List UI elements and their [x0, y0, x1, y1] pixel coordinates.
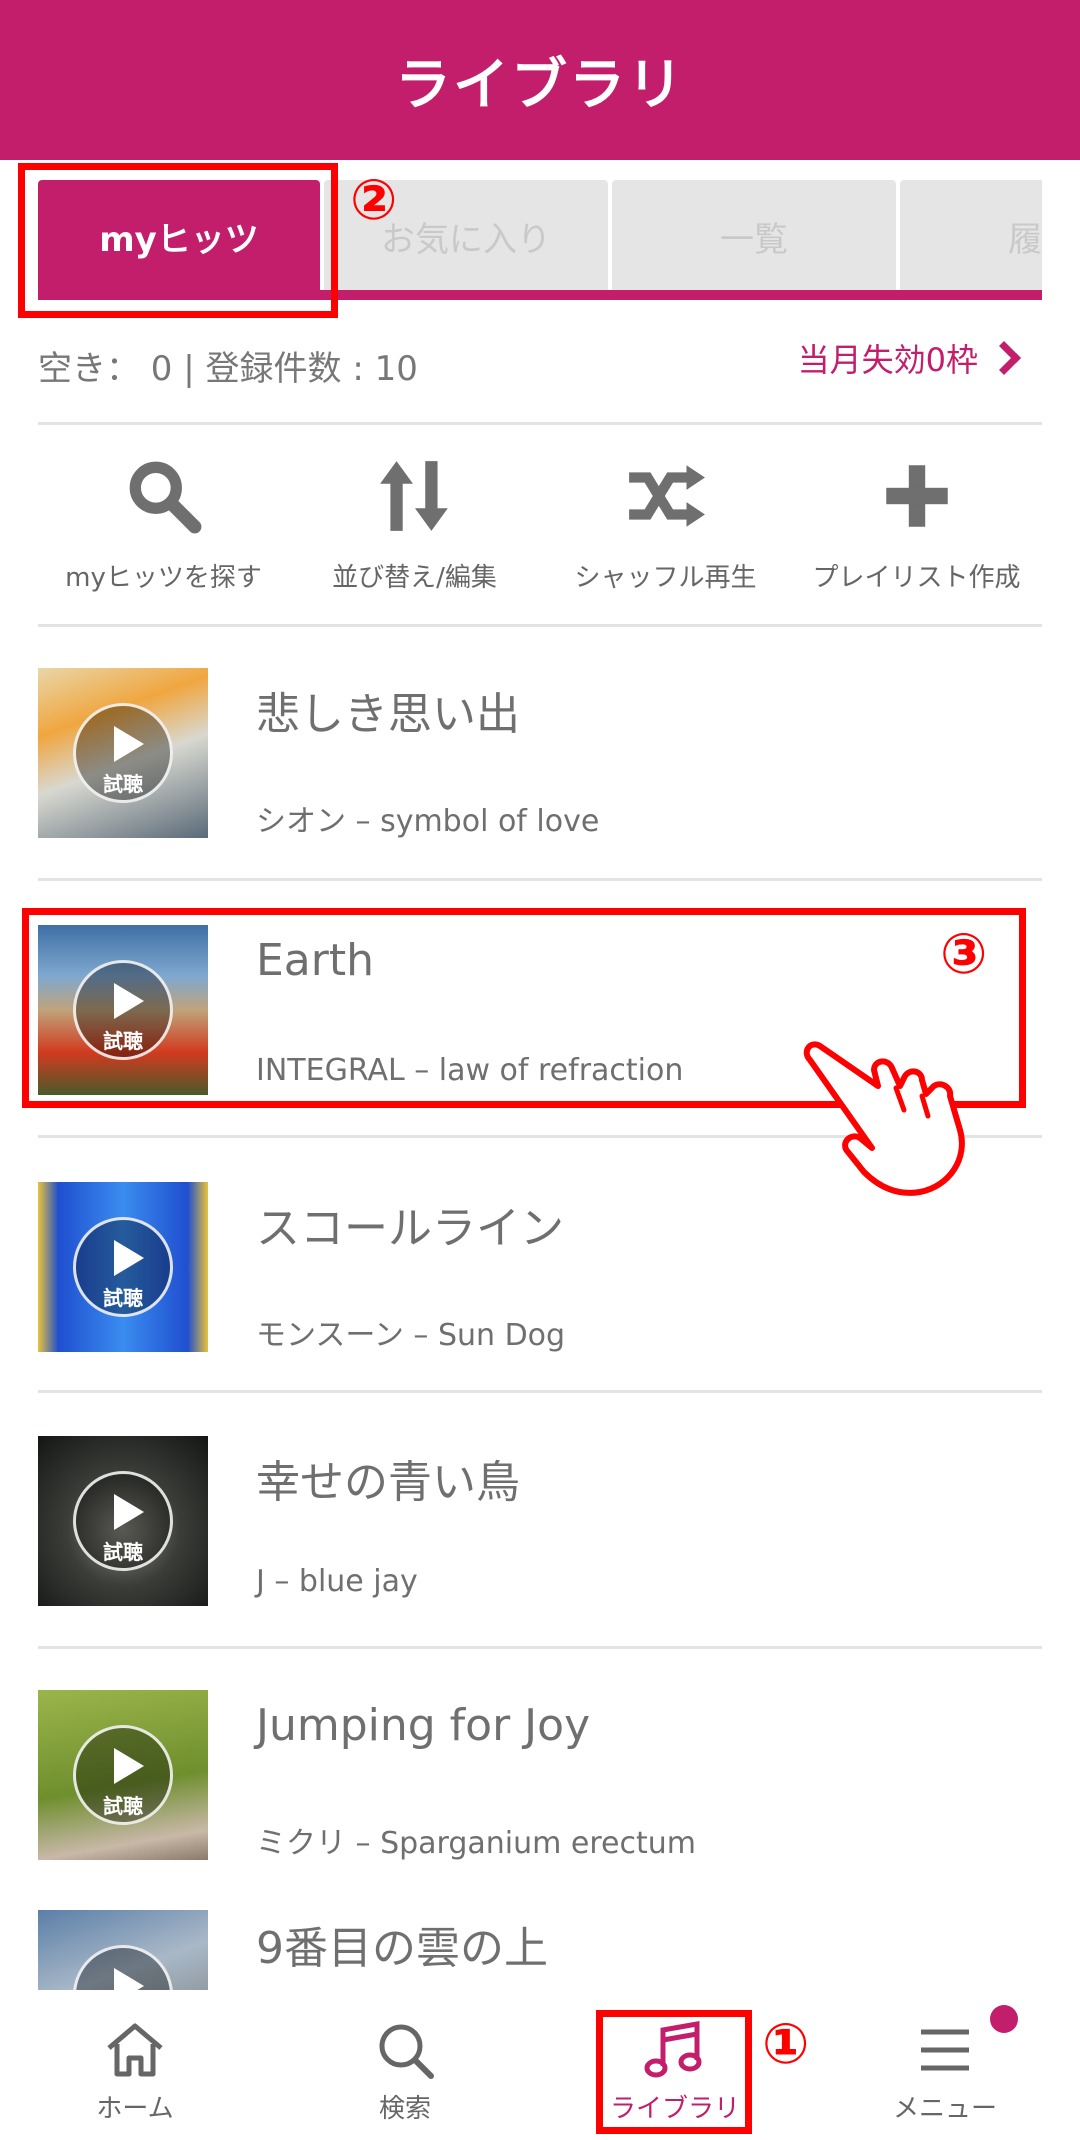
track-title: スコールライン [256, 1203, 564, 1254]
shuffle-play-button[interactable]: シャッフル再生 [540, 455, 791, 615]
home-icon [107, 2023, 163, 2077]
app-header: ライブラリ [0, 0, 1080, 160]
nav-search[interactable]: 検索 [270, 1990, 540, 2140]
track-artist-album: シオン – symbol of love [256, 804, 600, 839]
plus-icon [885, 465, 948, 527]
track-artist-album: J – blue jay [256, 1564, 418, 1599]
track-title: Jumping for Joy [256, 1700, 591, 1751]
notification-badge [990, 2005, 1018, 2033]
pointing-hand-icon [803, 1041, 965, 1196]
play-icon [114, 1494, 144, 1530]
play-icon [114, 726, 144, 762]
divider [38, 878, 1042, 881]
preview-button[interactable]: 試聴 [73, 1471, 173, 1571]
annotation-box-step1 [596, 2010, 752, 2134]
divider [38, 1390, 1042, 1393]
divider [38, 1646, 1042, 1649]
album-art: 試聴 [38, 1182, 208, 1352]
annotation-box-step2 [18, 163, 338, 318]
expiry-link[interactable]: 当月失効0枠 [798, 335, 1022, 381]
divider [38, 422, 1042, 425]
track-row[interactable]: 試聴 Jumping for Joy ミクリ – Sparganium erec… [38, 1690, 1042, 1861]
sort-edit-button[interactable]: 並び替え/編集 [289, 455, 540, 615]
expiry-link-label: 当月失効0枠 [797, 341, 978, 379]
track-row[interactable]: 試聴 悲しき思い出 シオン – symbol of love [38, 668, 1042, 839]
find-my-hits-label: myヒッツを探す [65, 563, 262, 593]
create-playlist-button[interactable]: プレイリスト作成 [791, 455, 1042, 615]
bottom-nav: ホーム 検索 ライブラリ メニュー [0, 1990, 1080, 2140]
page-title: ライブラリ [395, 52, 685, 118]
sort-icon [379, 461, 448, 531]
preview-button[interactable]: 試聴 [73, 703, 173, 803]
track-row[interactable]: 試聴 9番目の雲の上 [38, 1910, 1042, 1990]
annotation-step3: ③ [940, 922, 988, 987]
play-icon [114, 1968, 144, 1990]
nav-menu-label: メニュー [892, 2094, 997, 2124]
nav-menu[interactable]: メニュー [810, 1990, 1080, 2140]
stats-row: 空き： 0 | 登録件数 : 10 当月失効0枠 [38, 335, 1042, 395]
action-bar: myヒッツを探す 並び替え/編集 シャッフル再生 プレイリスト作成 [38, 455, 1042, 615]
divider [38, 624, 1042, 627]
preview-button[interactable]: 試聴 [73, 1217, 173, 1317]
tab-list[interactable]: 一覧 [612, 180, 896, 292]
album-art: 試聴 [38, 1436, 208, 1606]
annotation-step2: ② [350, 168, 398, 233]
search-icon [379, 2024, 434, 2079]
track-row[interactable]: 試聴 幸せの青い鳥 J – blue jay [38, 1436, 1042, 1606]
track-title: 9番目の雲の上 [256, 1923, 548, 1974]
album-art: 試聴 [38, 668, 208, 838]
album-art: 試聴 [38, 1690, 208, 1860]
nav-search-label: 検索 [378, 2094, 431, 2124]
shuffle-icon [628, 465, 705, 527]
nav-home-label: ホーム [96, 2094, 174, 2124]
menu-icon [921, 2029, 969, 2071]
track-artist-album: モンスーン – Sun Dog [256, 1318, 566, 1353]
find-my-hits-button[interactable]: myヒッツを探す [38, 455, 289, 615]
slot-summary: 空き： 0 | 登録件数 : 10 [38, 348, 418, 389]
sort-edit-label: 並び替え/編集 [332, 563, 497, 593]
track-row[interactable]: 試聴 スコールライン モンスーン – Sun Dog [38, 1182, 1042, 1353]
play-icon [114, 1240, 144, 1276]
shuffle-play-label: シャッフル再生 [574, 563, 757, 593]
tab-history[interactable]: 履 [900, 180, 1042, 292]
play-icon [114, 1748, 144, 1784]
search-icon [129, 461, 201, 534]
track-title: 悲しき思い出 [256, 689, 520, 740]
track-artist-album: ミクリ – Sparganium erectum [256, 1826, 696, 1861]
album-art: 試聴 [38, 1910, 208, 1990]
annotation-step1: ① [762, 2012, 810, 2077]
preview-button[interactable]: 試聴 [73, 1725, 173, 1825]
nav-home[interactable]: ホーム [0, 1990, 270, 2140]
track-title: 幸せの青い鳥 [256, 1457, 520, 1508]
chevron-right-icon [987, 341, 1021, 375]
create-playlist-label: プレイリスト作成 [812, 563, 1021, 593]
